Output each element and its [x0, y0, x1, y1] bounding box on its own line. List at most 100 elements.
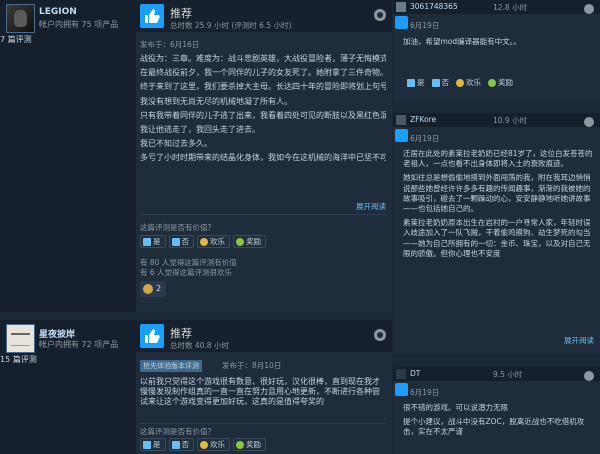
review-paragraph: 素莱拉老奶奶原本出生在岩村的一户寻常人家，年轻时误入歧途加入了一队飞贼，干着偷鸡… — [403, 218, 591, 258]
smile-icon — [200, 440, 208, 449]
review-paragraph: 战役为：三章。难度为：战斗悲剧英雄，大战役冒险者，薄子无悔模式 — [140, 54, 386, 63]
award-button[interactable]: 奖励 — [233, 235, 266, 248]
author-review-count[interactable]: 15 篇评测 — [0, 354, 37, 365]
replies-column: 3061748365 12.8 小时 6月19日 加油，希望mod编译器能有中文… — [393, 0, 600, 454]
reply-header: DT 9.5 小时 — [393, 367, 600, 381]
review-body: 推荐 总时数 25.9 小时 (评测时 6.5 小时) 发布于：6月16日 战役… — [136, 0, 392, 312]
vote-funny-label: 欢乐 — [466, 78, 481, 87]
playtime: 9.5 小时 — [493, 370, 523, 379]
review-paragraph: 以前我只觉得这个游戏很有数意、很好玩，汉化很棒，直到现在我才慢慢发现制作组真的一… — [140, 377, 380, 407]
steam-icon — [584, 117, 594, 127]
review-text: 以前我只觉得这个游戏很有数意、很好玩，汉化很棒，直到现在我才慢慢发现制作组真的一… — [140, 377, 386, 421]
vote-funny-button[interactable]: 欢乐 — [456, 77, 485, 89]
vote-yes-button[interactable]: 是 — [140, 438, 166, 451]
award-count: 2 — [156, 284, 162, 293]
vote-header: 推荐 总时数 40.8 小时 — [136, 320, 392, 352]
helpful-question: 这篇评测是否有价值？ — [140, 223, 215, 232]
playtime: 10.9 小时 — [493, 116, 528, 125]
thumbs-up-icon — [395, 16, 408, 29]
review-body: 推荐 总时数 40.8 小时 抢先体验版本评测 发布于：8月10日 以前我只觉得… — [136, 320, 392, 454]
avatar[interactable] — [396, 369, 406, 379]
posted-date: 6月19日 — [410, 388, 440, 397]
text-fade — [136, 176, 392, 190]
playtime: 总时数 25.9 小时 (评测时 6.5 小时) — [170, 21, 292, 30]
thumbs-down-icon — [431, 79, 440, 87]
early-access-badge: 抢先体验版本评测 — [140, 360, 202, 372]
review-paragraph: 提个小建议，战斗中没有ZOC，脱离近战也不吃借机攻击，实在不太严谨 — [403, 417, 585, 437]
playtime: 总时数 40.8 小时 — [170, 341, 229, 350]
vote-yes-button[interactable]: 是 — [407, 77, 429, 89]
helpful-question: 这篇评测是否有价值？ — [140, 427, 215, 436]
funny-count: 有 6 人觉得这篇评测很欢乐 — [140, 268, 233, 277]
divider — [140, 423, 386, 424]
avatar[interactable] — [6, 4, 35, 33]
review-paragraph: 终于来到了这里，我们要杀掉大主母。长达四十年的冒险即将划上句号。 — [140, 82, 386, 92]
smile-icon — [200, 237, 208, 246]
award-label: 奖励 — [246, 440, 261, 449]
review-text: 迁居在此处的素莱拉老奶奶已经81岁了，这位白发苍苍的老祖人，一点也看不出身体即将… — [403, 149, 595, 329]
author-name[interactable]: 3061748365 — [410, 2, 458, 11]
vote-no-label: 否 — [181, 237, 190, 246]
author-review-count[interactable]: 7 篇评测 — [0, 34, 32, 45]
review-card: 3061748365 12.8 小时 6月19日 加油，希望mod编译器能有中文… — [393, 0, 600, 100]
reviews-column: LEGION 帐户内拥有 75 项产品 7 篇评测 推荐 总时数 25.9 小时… — [0, 0, 392, 454]
posted-date: 发布于：6月16日 — [140, 40, 200, 49]
avatar[interactable] — [396, 115, 406, 125]
review-paragraph: 我没有想到无尚无尽的机械地凝了所有人。 — [140, 96, 292, 106]
smile-icon — [456, 79, 464, 87]
author-products[interactable]: 帐户内拥有 75 项产品 — [39, 19, 118, 30]
vote-yes-button[interactable]: 是 — [140, 235, 166, 248]
review-paragraph: 很不错的游戏。可以说潜力无限 — [403, 403, 508, 412]
review-card: LEGION 帐户内拥有 75 项产品 7 篇评测 推荐 总时数 25.9 小时… — [0, 0, 392, 312]
vote-buttons: 是 否 欢乐 奖励 — [140, 438, 266, 451]
vote-yes-label: 是 — [153, 237, 161, 246]
award-button[interactable]: 奖励 — [488, 77, 517, 89]
thumbs-up-icon — [143, 237, 151, 246]
author-name[interactable]: LEGION — [39, 7, 77, 17]
thumbs-up-icon — [143, 440, 151, 449]
reply-header: 3061748365 12.8 小时 — [393, 0, 600, 14]
award-icon — [236, 237, 244, 246]
vote-buttons: 是 否 欢乐 奖励 — [140, 235, 266, 248]
posted-date: 发布于：8月10日 — [222, 361, 282, 370]
thumbs-down-icon — [171, 237, 180, 246]
thumbs-up-icon — [395, 383, 408, 396]
steam-icon — [374, 9, 386, 21]
steam-icon — [374, 329, 386, 341]
expand-review-link[interactable]: 展开阅读 — [356, 201, 386, 212]
award-badge[interactable]: 2 — [140, 281, 166, 297]
award-icon — [236, 440, 244, 449]
thumbs-up-icon — [407, 79, 415, 87]
thumbs-up-icon — [140, 4, 164, 28]
award-label: 奖励 — [246, 237, 261, 246]
review-card: 星夜披岸 帐户内拥有 72 项产品 15 篇评测 推荐 总时数 40.8 小时 … — [0, 320, 392, 454]
reply-header: ZFKore 10.9 小时 — [393, 113, 600, 127]
vote-funny-button[interactable]: 欢乐 — [197, 438, 230, 451]
vote-no-button[interactable]: 否 — [431, 77, 454, 89]
vote-header: 推荐 总时数 25.9 小时 (评测时 6.5 小时) — [136, 0, 392, 32]
thumbs-down-icon — [171, 440, 180, 449]
recommendation-label: 推荐 — [170, 7, 192, 20]
review-text: 加油，希望mod编译器能有中文。。 — [403, 37, 595, 51]
author-name[interactable]: DT — [410, 369, 420, 378]
review-paragraph: 在最终战役前夕，我一个同伴的儿子的女友死了。她附拿了三件奇物。 — [140, 68, 386, 78]
vote-no-button[interactable]: 否 — [168, 438, 194, 451]
review-text: 战役为：三章。难度为：战斗悲剧英雄，大战役冒险者，薄子无悔模式 在最终战役前夕，… — [140, 54, 386, 188]
thumbs-up-icon — [140, 324, 164, 348]
expand-review-link[interactable]: 展开阅读 — [564, 335, 594, 346]
vote-yes-label: 是 — [153, 440, 161, 449]
author-products[interactable]: 帐户内拥有 72 项产品 — [39, 339, 118, 350]
avatar[interactable] — [396, 2, 406, 12]
divider — [140, 214, 386, 215]
vote-yes-label: 是 — [417, 78, 425, 87]
vote-funny-button[interactable]: 欢乐 — [197, 235, 230, 248]
playtime: 12.8 小时 — [493, 3, 528, 12]
review-paragraph: 多亏了小时时期带来的结晶化身体，我如今在这机械的海洋中已坚不可摧，只靠身体本能便… — [140, 153, 386, 163]
avatar[interactable] — [6, 324, 35, 353]
vote-no-button[interactable]: 否 — [168, 235, 194, 248]
award-button[interactable]: 奖励 — [233, 438, 266, 451]
author-name[interactable]: ZFKore — [410, 115, 436, 124]
review-paragraph: 只有我带着同伴的儿子逃了出来，我看着四处可见的断肢以及黑红色混合液体。 — [140, 110, 386, 120]
review-card: ZFKore 10.9 小时 6月19日 迁居在此处的素莱拉老奶奶已经81岁了，… — [393, 113, 600, 353]
posted-date: 6月19日 — [410, 21, 440, 30]
